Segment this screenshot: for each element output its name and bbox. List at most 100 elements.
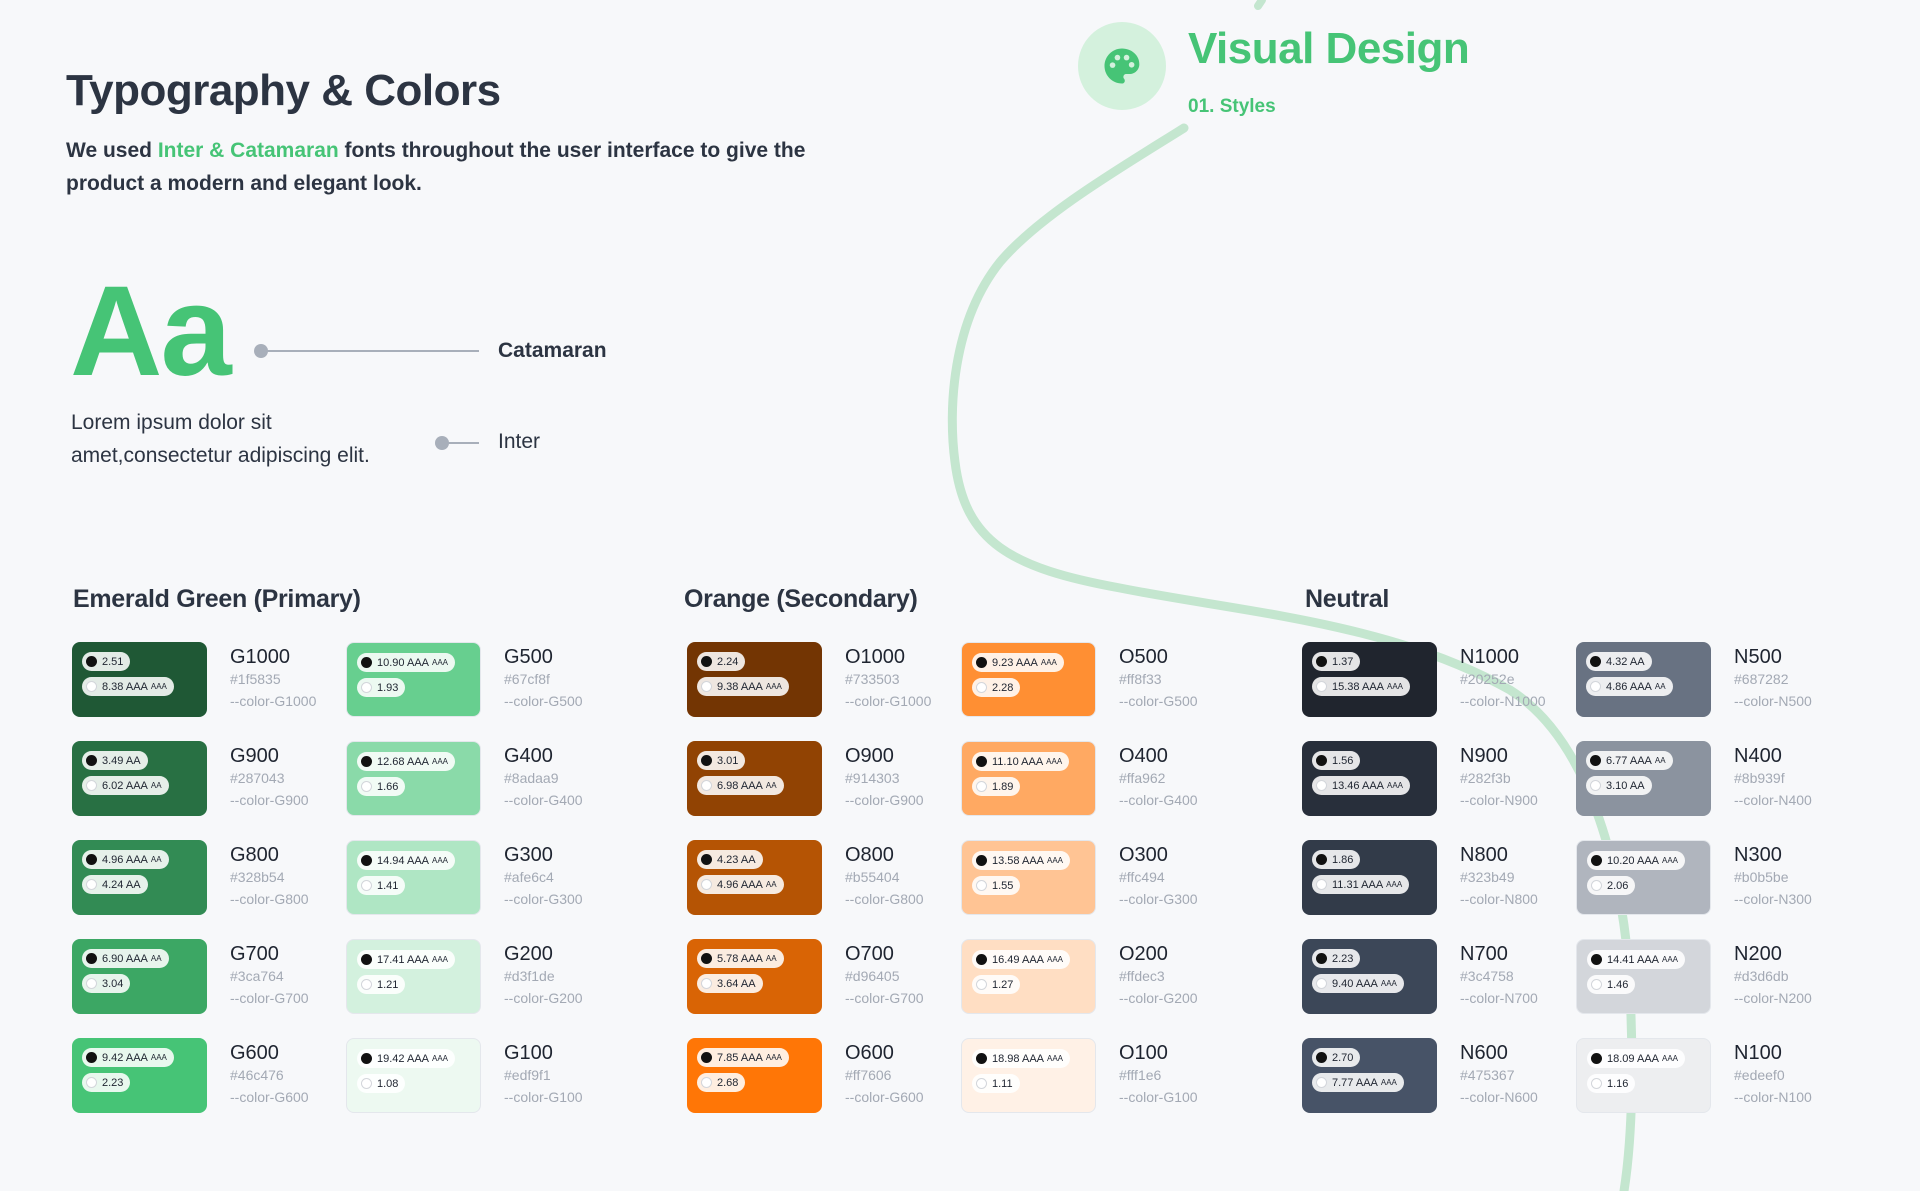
color-hex: #282f3b (1460, 770, 1511, 786)
color-variable: --color-G800 (845, 891, 924, 907)
contrast-white-pill: 8.38 AAA AAA (82, 677, 174, 696)
color-swatch[interactable]: 5.78 AAA AA 3.64 AA (687, 939, 822, 1014)
contrast-white-badge: AAA (1387, 781, 1404, 790)
color-swatch[interactable]: 14.41 AAA AAA 1.46 (1576, 939, 1711, 1014)
contrast-black-value: 13.58 AAA (992, 854, 1044, 867)
palette-grid-orange: 2.24 9.38 AAA AAA O1000 #733503 --color-G1000… (687, 642, 1235, 1113)
color-swatch[interactable]: 6.90 AAA AA 3.04 (72, 939, 207, 1014)
color-info: O900 #914303 --color-G900 (845, 745, 924, 811)
color-swatch[interactable]: 7.85 AAA AAA 2.68 (687, 1038, 822, 1113)
black-dot-icon (86, 656, 97, 667)
color-swatch[interactable]: 17.41 AAA AAA 1.21 (346, 939, 481, 1014)
contrast-white-pill: 1.08 (357, 1074, 406, 1093)
contrast-white-pill: 1.16 (1587, 1074, 1636, 1093)
black-dot-icon (1316, 1052, 1327, 1063)
color-info: G700 #3ca764 --color-G700 (230, 943, 309, 1009)
color-variable: --color-G800 (230, 891, 309, 907)
color-variable: --color-N900 (1460, 792, 1538, 808)
contrast-white-pill: 1.93 (357, 678, 406, 697)
contrast-black-pill: 13.58 AAA AAA (972, 851, 1071, 870)
contrast-black-value: 3.49 AA (102, 754, 141, 767)
color-swatch[interactable]: 4.32 AA 4.86 AAA AA (1576, 642, 1711, 717)
contrast-white-value: 2.23 (102, 1076, 124, 1089)
contrast-white-pill: 1.11 (972, 1074, 1020, 1093)
color-item-g200: 17.41 AAA AAA 1.21 G200 #d3f1de --color-G200 (346, 939, 620, 1014)
color-swatch[interactable]: 2.24 9.38 AAA AAA (687, 642, 822, 717)
color-hex: #8adaa9 (504, 770, 559, 786)
color-swatch[interactable]: 14.94 AAA AAA 1.41 (346, 840, 481, 915)
contrast-black-badge: AAA (1040, 658, 1057, 667)
color-code: G800 (230, 844, 279, 866)
black-dot-icon (361, 756, 372, 767)
contrast-white-value: 4.86 AAA (1606, 680, 1652, 693)
color-info: G400 #8adaa9 --color-G400 (504, 745, 583, 811)
color-swatch[interactable]: 3.01 6.98 AAA AA (687, 741, 822, 816)
color-code: O900 (845, 745, 894, 767)
white-dot-icon (976, 880, 987, 891)
color-swatch[interactable]: 18.09 AAA AAA 1.16 (1576, 1038, 1711, 1113)
white-dot-icon (361, 1078, 372, 1089)
heading-font-label: Catamaran (498, 339, 607, 362)
color-hex: #fff1e6 (1119, 1067, 1162, 1083)
color-code: N600 (1460, 1042, 1508, 1064)
color-variable: --color-G300 (1119, 891, 1198, 907)
color-swatch[interactable]: 4.23 AA 4.96 AAA AA (687, 840, 822, 915)
color-swatch[interactable]: 1.86 11.31 AAA AAA (1302, 840, 1437, 915)
black-dot-icon (361, 855, 372, 866)
color-swatch[interactable]: 4.96 AAA AA 4.24 AA (72, 840, 207, 915)
contrast-black-value: 12.68 AAA (377, 755, 429, 768)
color-swatch[interactable]: 12.68 AAA AAA 1.66 (346, 741, 481, 816)
color-swatch[interactable]: 1.37 15.38 AAA AAA (1302, 642, 1437, 717)
color-item-g300: 14.94 AAA AAA 1.41 G300 #afe6c4 --color-G300 (346, 840, 620, 915)
color-code: O700 (845, 943, 894, 965)
contrast-white-pill: 4.86 AAA AA (1586, 677, 1673, 696)
color-info: G100 #edf9f1 --color-G100 (504, 1042, 583, 1108)
contrast-black-pill: 6.90 AAA AA (82, 949, 169, 968)
color-code: N300 (1734, 844, 1782, 866)
black-dot-icon (1316, 953, 1327, 964)
color-hex: #3c4758 (1460, 968, 1514, 984)
black-dot-icon (1316, 755, 1327, 766)
color-swatch[interactable]: 9.42 AAA AAA 2.23 (72, 1038, 207, 1113)
palette-title-orange: Orange (Secondary) (684, 585, 918, 613)
contrast-white-value: 1.08 (377, 1077, 399, 1090)
color-hex: #46c476 (230, 1067, 284, 1083)
color-swatch[interactable]: 2.23 9.40 AAA AAA (1302, 939, 1437, 1014)
contrast-white-value: 2.06 (1607, 879, 1629, 892)
color-info: G600 #46c476 --color-G600 (230, 1042, 309, 1108)
color-code: G900 (230, 745, 279, 767)
contrast-white-value: 3.64 AA (717, 977, 756, 990)
contrast-black-badge: AAA (432, 658, 449, 667)
color-swatch[interactable]: 19.42 AAA AAA 1.08 (346, 1038, 481, 1113)
contrast-black-badge: AAA (1662, 1054, 1679, 1063)
color-swatch[interactable]: 16.49 AAA AAA 1.27 (961, 939, 1096, 1014)
color-swatch[interactable]: 13.58 AAA AAA 1.55 (961, 840, 1096, 915)
color-hex: #1f5835 (230, 671, 281, 687)
color-swatch[interactable]: 18.98 AAA AAA 1.11 (961, 1038, 1096, 1113)
color-swatch[interactable]: 10.20 AAA AAA 2.06 (1576, 840, 1711, 915)
white-dot-icon (1590, 780, 1601, 791)
contrast-white-pill: 13.46 AAA AAA (1312, 776, 1411, 795)
color-swatch[interactable]: 3.49 AA 6.02 AAA AA (72, 741, 207, 816)
color-info: N500 #687282 --color-N500 (1734, 646, 1812, 712)
contrast-black-pill: 10.90 AAA AAA (357, 653, 456, 672)
color-swatch[interactable]: 9.23 AAA AAA 2.28 (961, 642, 1096, 717)
color-swatch[interactable]: 2.70 7.77 AAA AAA (1302, 1038, 1437, 1113)
color-swatch[interactable]: 2.51 8.38 AAA AAA (72, 642, 207, 717)
white-dot-icon (976, 1078, 987, 1089)
black-dot-icon (701, 656, 712, 667)
color-code: N1000 (1460, 646, 1519, 668)
contrast-white-badge: AA (765, 880, 777, 889)
color-swatch[interactable]: 1.56 13.46 AAA AAA (1302, 741, 1437, 816)
contrast-black-badge: AA (765, 954, 777, 963)
color-item-o300: 13.58 AAA AAA 1.55 O300 #ffc494 --color-G300 (961, 840, 1235, 915)
color-swatch[interactable]: 6.77 AAA AA 3.10 AA (1576, 741, 1711, 816)
black-dot-icon (1316, 854, 1327, 865)
contrast-black-value: 4.23 AA (717, 853, 756, 866)
body-font-sample: Lorem ipsum dolor sit amet,consectetur a… (71, 411, 370, 467)
white-dot-icon (1316, 879, 1327, 890)
color-item-n200: 14.41 AAA AAA 1.46 N200 #d3d6db --color-N200 (1576, 939, 1850, 1014)
color-swatch[interactable]: 11.10 AAA AAA 1.89 (961, 741, 1096, 816)
color-hex: #914303 (845, 770, 900, 786)
color-swatch[interactable]: 10.90 AAA AAA 1.93 (346, 642, 481, 717)
